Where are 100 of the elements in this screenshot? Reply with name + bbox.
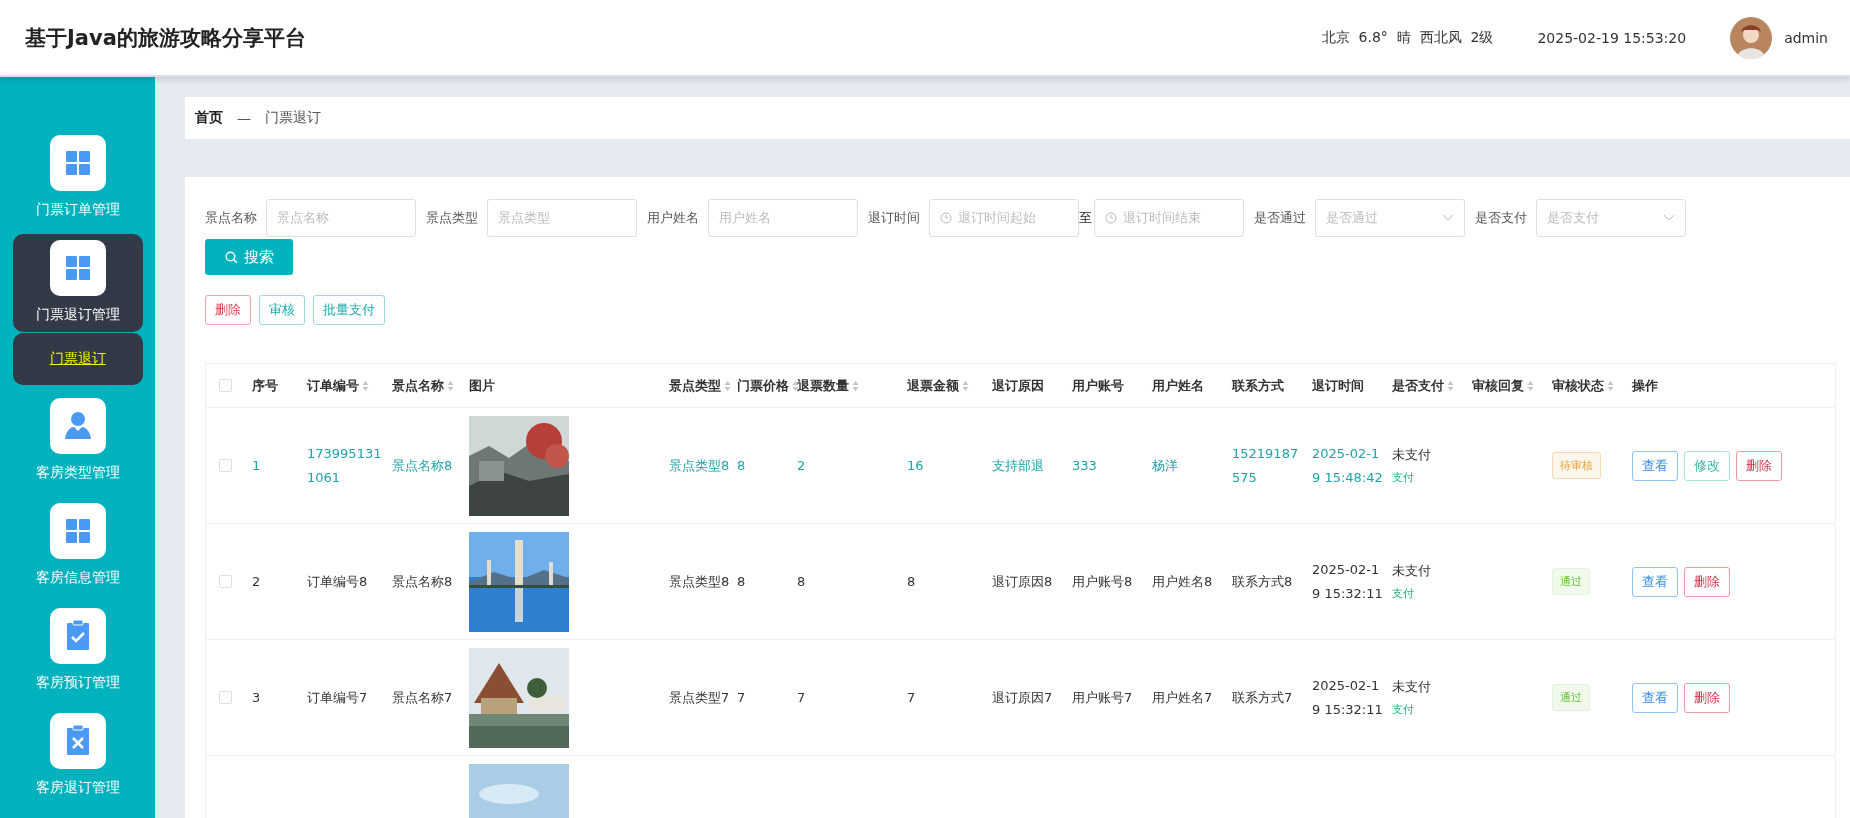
column-header: 联系方式 [1232,376,1284,395]
toolbar-button[interactable]: 批量支付 [313,295,385,325]
breadcrumb-home[interactable]: 首页 [195,109,223,127]
pay-link[interactable]: 支付 [1392,702,1466,717]
clipboard-check-icon [49,608,106,664]
sidebar-item[interactable]: 门票退订管理 [12,234,143,332]
table-cell-text: 景点类型8 [668,572,731,591]
table-cell-text: 订单编号8 [306,572,369,591]
grid-icon [49,240,106,296]
sidebar-item[interactable]: 客房类型管理 [12,392,143,490]
column-header[interactable]: 是否支付 [1392,376,1454,395]
delete-button[interactable]: 删除 [1684,682,1730,713]
delete-button[interactable]: 删除 [1684,566,1730,597]
view-button[interactable]: 查看 [1632,450,1678,481]
column-header[interactable]: 退票数量 [797,376,859,395]
sort-icon [962,379,969,392]
status-tag: 通过 [1552,568,1590,595]
payment-status: 未支付 [1392,446,1432,464]
toolbar-button[interactable]: 审核 [259,295,305,325]
filter-label: 退订时间 [867,209,920,227]
sidebar-item[interactable]: 客房预订管理 [12,602,143,700]
filter-label: 是否通过 [1253,209,1306,227]
table-cell-text: 15219187575 [1231,445,1300,487]
clipboard-x-icon [49,713,106,769]
search-button[interactable]: 搜索 [205,239,293,275]
table-cell-text: 2025-02-19 15:48:42 [1311,445,1384,487]
sort-icon [724,379,731,392]
sort-icon [447,379,454,392]
column-header[interactable]: 审核回复 [1472,376,1534,395]
clock-icon [1104,212,1117,224]
row-checkbox[interactable] [219,459,232,472]
date-field[interactable]: 退订时间结束 [1093,199,1244,237]
table-cell-text: 7 [736,688,747,707]
table-cell-text: 退订原因8 [991,572,1054,591]
table-cell-text: 联系方式8 [1231,572,1294,591]
submenu-link[interactable]: 门票退订 [49,350,106,368]
column-header: 用户账号 [1072,376,1124,395]
row-checkbox[interactable] [219,691,232,704]
sidebar-item[interactable]: 门票订单管理 [12,129,143,227]
select-field[interactable]: 是否支付 [1535,199,1686,237]
column-header: 操作 [1632,376,1658,395]
status-tag: 待审核 [1552,452,1601,479]
sort-icon [1447,379,1454,392]
date-time: 2025-02-19 15:53:20 [1537,29,1687,46]
filter-label: 是否支付 [1474,209,1527,227]
text-field[interactable]: 景点名称 [266,199,416,237]
row-checkbox[interactable] [219,575,232,588]
table-cell-text: 用户姓名8 [1151,572,1214,591]
avatar[interactable] [1730,16,1773,59]
text-field[interactable]: 景点类型 [486,199,637,237]
table-cell-text: 订单编号7 [306,688,369,707]
sort-icon [362,379,369,392]
table-cell-text: 景点类型8 [668,456,731,475]
table-cell-text: 退订原因7 [991,688,1054,707]
column-header[interactable]: 订单编号 [307,376,369,395]
table-cell-text: 2025-02-19 15:32:11 [1311,561,1384,603]
table-row[interactable]: 3 订单编号7 景点名称7 景点类型7 7 7 7 退订原因7 用户账号7 用户姓名7 联系方式7 2025-02-19 15:32:11 未支付 支付 通过 查看 删除 [206,640,1835,756]
select-field[interactable]: 是否通过 [1314,199,1465,237]
column-header: 退订时间 [1312,376,1364,395]
table-cell-text: 2 [251,572,262,591]
pay-link[interactable]: 支付 [1392,470,1466,485]
sort-icon [1607,379,1614,392]
select-all-checkbox[interactable] [219,379,232,392]
view-button[interactable]: 查看 [1632,566,1678,597]
range-separator: 至 [1078,209,1092,227]
edit-button[interactable]: 修改 [1684,450,1730,481]
table-cell-text: 1739951311061 [306,445,383,487]
column-header[interactable]: 审核状态 [1552,376,1614,395]
text-field[interactable]: 用户姓名 [707,199,858,237]
username[interactable]: admin [1784,29,1828,46]
table-cell-text: 333 [1071,456,1098,475]
column-header: 序号 [252,376,278,395]
site-title: 基于Java的旅游攻略分享平台 [25,24,307,52]
column-header: 用户姓名 [1152,376,1204,395]
table-cell-text: 景点名称8 [391,456,454,475]
table-row[interactable]: 2 订单编号8 景点名称8 景点类型8 8 8 8 退订原因8 用户账号8 用户姓名8 联系方式8 2025-02-19 15:32:11 未支付 支付 通过 查看 删除 [206,524,1835,640]
filter-label: 景点类型 [425,209,478,227]
column-header[interactable]: 退票金额 [907,376,969,395]
sidebar-item[interactable]: 客房退订管理 [12,707,143,805]
pay-link[interactable]: 支付 [1392,586,1466,601]
date-field[interactable]: 退订时间起始 [928,199,1079,237]
column-header[interactable]: 景点名称 [392,376,454,395]
column-header: 图片 [469,376,495,395]
table-cell-text: 8 [796,572,807,591]
person-icon [49,398,106,454]
delete-button[interactable]: 删除 [1736,450,1782,481]
sidebar-item[interactable]: 客房信息管理 [12,497,143,595]
table-cell-text: 16 [906,456,925,475]
table-cell-text: 7 [906,688,917,707]
table-cell-text: 用户账号8 [1071,572,1134,591]
status-tag: 通过 [1552,684,1590,711]
table-cell-text: 景点名称7 [391,688,454,707]
toolbar-button[interactable]: 删除 [205,295,251,325]
column-header[interactable]: 景点类型 [669,376,731,395]
table-cell-text: 3 [251,688,262,707]
view-button[interactable]: 查看 [1632,682,1678,713]
table-cell-text: 支持部退 [991,456,1045,475]
table-cell-text: 8 [736,572,747,591]
table-cell-text: 2 [796,456,807,475]
search-icon [224,250,238,264]
